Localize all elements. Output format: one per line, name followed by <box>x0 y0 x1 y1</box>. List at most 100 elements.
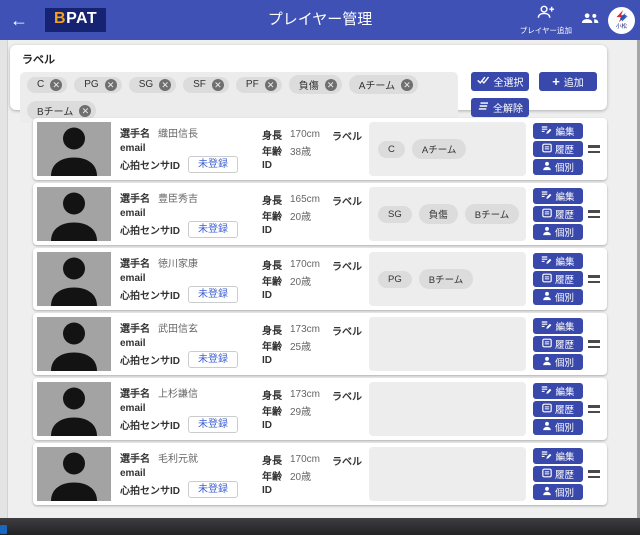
player-card: 選手名 徳川家康 email 心拍センサID 未登録 身長 170cm 年齢 2… <box>33 248 607 310</box>
chip-label: SF <box>193 79 206 90</box>
unregistered-button[interactable]: 未登録 <box>188 156 238 173</box>
player-info: 選手名 徳川家康 email 心拍センサID 未登録 <box>120 254 262 304</box>
unregistered-button[interactable]: 未登録 <box>188 416 238 433</box>
chip-remove-icon[interactable]: ✕ <box>159 79 171 91</box>
email-label: email <box>120 273 146 284</box>
logo-letter-b: B <box>54 10 66 27</box>
edit-button[interactable]: 編集 <box>533 188 583 204</box>
height-label: 身長 <box>262 452 282 467</box>
chip-remove-icon[interactable]: ✕ <box>401 79 413 91</box>
drag-handle[interactable] <box>585 275 603 283</box>
edit-button[interactable]: 編集 <box>533 383 583 399</box>
name-label: 選手名 <box>120 450 150 465</box>
email-label: email <box>120 208 146 219</box>
history-icon <box>542 143 552 156</box>
done-all-icon <box>477 75 490 88</box>
chip-label: C <box>37 79 44 90</box>
history-button[interactable]: 履歴 <box>533 466 583 482</box>
player-card: 選手名 豊臣秀吉 email 心拍センサID 未登録 身長 165cm 年齢 2… <box>33 183 607 245</box>
edit-button[interactable]: 編集 <box>533 448 583 464</box>
unregistered-button[interactable]: 未登録 <box>188 221 238 238</box>
chip-remove-icon[interactable]: ✕ <box>50 79 62 91</box>
add-player-button[interactable]: プレイヤー追加 <box>520 5 572 36</box>
individual-button[interactable]: 個別 <box>533 354 583 370</box>
unregistered-button[interactable]: 未登録 <box>188 351 238 368</box>
chip-remove-icon[interactable]: ✕ <box>212 79 224 91</box>
person-icon <box>542 356 552 369</box>
history-button[interactable]: 履歴 <box>533 271 583 287</box>
edit-button[interactable]: 編集 <box>533 123 583 139</box>
filter-label-chip[interactable]: SG ✕ <box>129 77 176 93</box>
player-name: 織田信長 <box>158 125 198 140</box>
chip-remove-icon[interactable]: ✕ <box>265 79 277 91</box>
player-card: 選手名 上杉謙信 email 心拍センサID 未登録 身長 173cm 年齢 2… <box>33 378 607 440</box>
history-button[interactable]: 履歴 <box>533 206 583 222</box>
person-icon <box>542 161 552 174</box>
label-filter-card: ラベル C ✕ PG ✕ SG ✕ SF ✕ PF ✕ 負傷 ✕ Aチーム ✕ … <box>10 45 607 110</box>
unregistered-button[interactable]: 未登録 <box>188 481 238 498</box>
height-label: 身長 <box>262 322 282 337</box>
drag-handle[interactable] <box>585 405 603 413</box>
filter-label-chip[interactable]: Aチーム ✕ <box>349 75 418 94</box>
name-label: 選手名 <box>120 320 150 335</box>
players-icon[interactable] <box>581 11 599 29</box>
plus-icon: + <box>552 75 560 88</box>
history-icon <box>542 338 552 351</box>
player-label-chip: C <box>378 141 405 158</box>
player-card: 選手名 織田信長 email 心拍センサID 未登録 身長 170cm 年齢 3… <box>33 118 607 180</box>
chip-label: SG <box>139 79 153 90</box>
filter-label-chip[interactable]: PG ✕ <box>74 77 121 93</box>
desktop-strip <box>0 518 640 535</box>
taskbar-icon[interactable] <box>0 525 7 534</box>
player-height: 170cm <box>290 129 320 140</box>
drag-handle[interactable] <box>585 470 603 478</box>
filter-label-chip[interactable]: 負傷 ✕ <box>289 75 342 94</box>
chip-remove-icon[interactable]: ✕ <box>325 79 337 91</box>
filter-label-chip[interactable]: C ✕ <box>27 77 67 93</box>
clear-all-button[interactable]: 全解除 <box>471 98 529 117</box>
name-label: 選手名 <box>120 385 150 400</box>
individual-button[interactable]: 個別 <box>533 159 583 175</box>
player-labels-area: SG負傷Bチーム <box>369 187 526 241</box>
edit-button[interactable]: 編集 <box>533 318 583 334</box>
player-name: 豊臣秀吉 <box>158 190 198 205</box>
filter-chip-box[interactable]: C ✕ PG ✕ SG ✕ SF ✕ PF ✕ 負傷 ✕ Aチーム ✕ Bチーム… <box>20 72 458 123</box>
back-icon[interactable]: ← <box>10 0 32 40</box>
individual-button[interactable]: 個別 <box>533 484 583 500</box>
filter-label-chip[interactable]: SF ✕ <box>183 77 229 93</box>
edit-button[interactable]: 編集 <box>533 253 583 269</box>
drag-handle[interactable] <box>585 210 603 218</box>
height-label: 身長 <box>262 257 282 272</box>
chip-label: PG <box>84 79 98 90</box>
player-age: 38歳 <box>290 143 311 158</box>
individual-button[interactable]: 個別 <box>533 419 583 435</box>
chip-label: 負傷 <box>299 77 319 92</box>
player-name: 上杉謙信 <box>158 385 198 400</box>
drag-handle[interactable] <box>585 145 603 153</box>
drag-handle[interactable] <box>585 340 603 348</box>
unregistered-button[interactable]: 未登録 <box>188 286 238 303</box>
user-avatar-name: 小松 <box>616 25 627 31</box>
history-icon <box>542 208 552 221</box>
email-label: email <box>120 143 146 154</box>
individual-button[interactable]: 個別 <box>533 289 583 305</box>
player-label-chip: PG <box>378 271 412 288</box>
history-icon <box>542 403 552 416</box>
chip-label: PF <box>246 79 259 90</box>
history-button[interactable]: 履歴 <box>533 336 583 352</box>
chip-remove-icon[interactable]: ✕ <box>79 105 91 117</box>
individual-button[interactable]: 個別 <box>533 224 583 240</box>
filter-label-chip[interactable]: PF ✕ <box>236 77 282 93</box>
player-labels-area <box>369 317 526 371</box>
history-button[interactable]: 履歴 <box>533 401 583 417</box>
player-avatar <box>37 122 111 176</box>
user-avatar[interactable]: 小松 <box>608 7 635 34</box>
chip-remove-icon[interactable]: ✕ <box>105 79 117 91</box>
labels-caption: ラベル <box>332 118 362 143</box>
person-silhouette-icon <box>37 382 111 436</box>
history-button[interactable]: 履歴 <box>533 141 583 157</box>
select-all-button[interactable]: 全選択 <box>471 72 529 91</box>
add-label-button[interactable]: + 追加 <box>539 72 597 91</box>
person-silhouette-icon <box>37 122 111 176</box>
player-label-chip: 負傷 <box>419 204 458 224</box>
